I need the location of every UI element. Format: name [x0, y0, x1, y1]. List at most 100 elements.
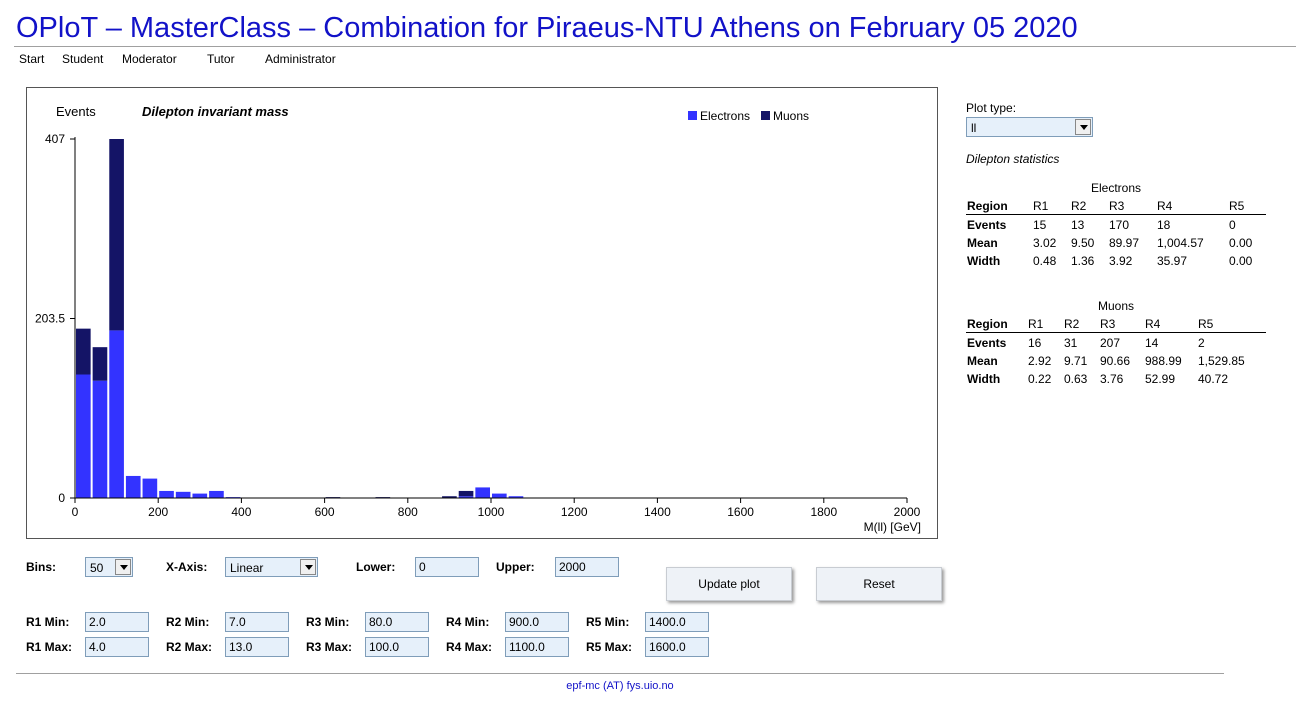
reset-button[interactable]: Reset — [816, 567, 942, 601]
r3-max-input[interactable] — [365, 637, 429, 657]
electron-bar — [192, 493, 208, 498]
r3-min-label: R3 Min: — [306, 615, 350, 629]
x-tick-label: 400 — [231, 505, 251, 519]
header-cell: R2 — [1071, 199, 1087, 213]
muon-bar — [458, 490, 474, 497]
x-axis-title: M(ll) [GeV] — [864, 520, 921, 534]
row-label: Mean — [967, 236, 998, 250]
r2-min-input[interactable] — [225, 612, 289, 632]
table-cell: 90.66 — [1100, 354, 1131, 368]
r5-max-input[interactable] — [645, 637, 709, 657]
table-cell: 89.97 — [1109, 236, 1140, 250]
upper-input[interactable] — [555, 557, 619, 577]
r4-min-label: R4 Min: — [446, 615, 490, 629]
table-cell: 15 — [1033, 218, 1047, 232]
table-row: Events 15 13 170 18 0 — [966, 216, 1266, 234]
table-cell: 9.71 — [1064, 354, 1088, 368]
row-label: Width — [967, 372, 1001, 386]
y-tick-label: 407 — [45, 132, 65, 146]
muon-bar — [76, 328, 91, 375]
table-cell: 2.92 — [1028, 354, 1052, 368]
table-cell: 3.92 — [1109, 254, 1133, 268]
y-tick-label: 203.5 — [35, 312, 65, 326]
table-cell: 35.97 — [1157, 254, 1188, 268]
table-row: Width 0.48 1.36 3.92 35.97 0.00 — [966, 252, 1266, 270]
header-cell: R5 — [1198, 317, 1214, 331]
r4-min-input[interactable] — [505, 612, 569, 632]
table-cell: 52.99 — [1145, 372, 1176, 386]
table-cell: 0.22 — [1028, 372, 1052, 386]
bins-select[interactable]: 50 — [85, 557, 133, 577]
header-cell: R2 — [1064, 317, 1080, 331]
electron-bar — [475, 487, 490, 498]
r4-max-label: R4 Max: — [446, 640, 493, 654]
row-label: Events — [967, 218, 1007, 232]
r1-min-input[interactable] — [85, 612, 149, 632]
table-cell: 9.50 — [1071, 236, 1095, 250]
plot-type-select[interactable]: ll — [966, 117, 1093, 137]
muon-bar — [109, 139, 124, 331]
header-cell: R4 — [1157, 199, 1173, 213]
r2-max-input[interactable] — [225, 637, 289, 657]
nav-student[interactable]: Student — [62, 52, 103, 66]
update-plot-button[interactable]: Update plot — [666, 567, 792, 601]
x-tick-label: 1800 — [810, 505, 837, 519]
x-tick-label: 0 — [72, 505, 79, 519]
header-cell: R3 — [1109, 199, 1125, 213]
r1-max-input[interactable] — [85, 637, 149, 657]
xaxis-value: Linear — [230, 561, 264, 575]
lower-input[interactable] — [415, 557, 479, 577]
table-cell: 2 — [1198, 336, 1205, 350]
electron-bar — [492, 493, 507, 498]
r1-max-label: R1 Max: — [26, 640, 73, 654]
electron-bar — [209, 490, 224, 498]
footer-divider — [16, 673, 1224, 674]
table-row: Mean 2.92 9.71 90.66 988.99 1,529.85 — [966, 352, 1266, 370]
r4-max-input[interactable] — [505, 637, 569, 657]
nav-start[interactable]: Start — [19, 52, 44, 66]
table-cell: 1,004.57 — [1157, 236, 1204, 250]
dilepton-stats-title: Dilepton statistics — [966, 152, 1060, 166]
table-row: Events 16 31 207 14 2 — [966, 334, 1266, 352]
r5-min-label: R5 Min: — [586, 615, 630, 629]
chevron-down-icon[interactable] — [1075, 119, 1091, 135]
table-header-row: Region R1 R2 R3 R4 R5 — [966, 315, 1266, 333]
nav-tutor[interactable]: Tutor — [207, 52, 235, 66]
header-cell: R1 — [1033, 199, 1049, 213]
plot-type-label: Plot type: — [966, 101, 1017, 115]
table-cell: 207 — [1100, 336, 1121, 350]
legend-label-muons: Muons — [773, 109, 809, 123]
table-cell: 988.99 — [1145, 354, 1182, 368]
table-cell: 170 — [1109, 218, 1130, 232]
r2-min-label: R2 Min: — [166, 615, 210, 629]
r5-max-label: R5 Max: — [586, 640, 633, 654]
row-label: Mean — [967, 354, 998, 368]
electron-bar — [92, 380, 108, 498]
muons-caption: Muons — [1097, 299, 1135, 313]
electron-bar — [109, 330, 124, 498]
chevron-down-icon[interactable] — [300, 559, 316, 575]
header-cell: R3 — [1100, 317, 1116, 331]
chevron-down-icon[interactable] — [115, 559, 131, 575]
row-label: Width — [967, 254, 1001, 268]
header-cell: R5 — [1229, 199, 1245, 213]
table-cell: 14 — [1145, 336, 1159, 350]
legend-swatch-muons — [761, 111, 770, 120]
footer-contact[interactable]: epf-mc (AT) fys.uio.no — [0, 680, 1240, 692]
electron-bar — [142, 478, 158, 498]
electron-bar — [159, 490, 174, 498]
electrons-caption: Electrons — [1090, 181, 1142, 195]
table-header-row: Region R1 R2 R3 R4 R5 — [966, 197, 1266, 215]
table-cell: 0.00 — [1229, 236, 1253, 250]
page-title: OPloT – MasterClass – Combination for Pi… — [16, 12, 1078, 44]
r3-min-input[interactable] — [365, 612, 429, 632]
table-cell: 16 — [1028, 336, 1042, 350]
legend-label-electrons: Electrons — [700, 109, 750, 123]
r5-min-input[interactable] — [645, 612, 709, 632]
table-cell: 1,529.85 — [1198, 354, 1245, 368]
nav-administrator[interactable]: Administrator — [265, 52, 336, 66]
xaxis-select[interactable]: Linear — [225, 557, 318, 577]
bins-value: 50 — [90, 561, 104, 575]
nav-moderator[interactable]: Moderator — [122, 52, 177, 66]
plot-type-value: ll — [971, 121, 977, 135]
